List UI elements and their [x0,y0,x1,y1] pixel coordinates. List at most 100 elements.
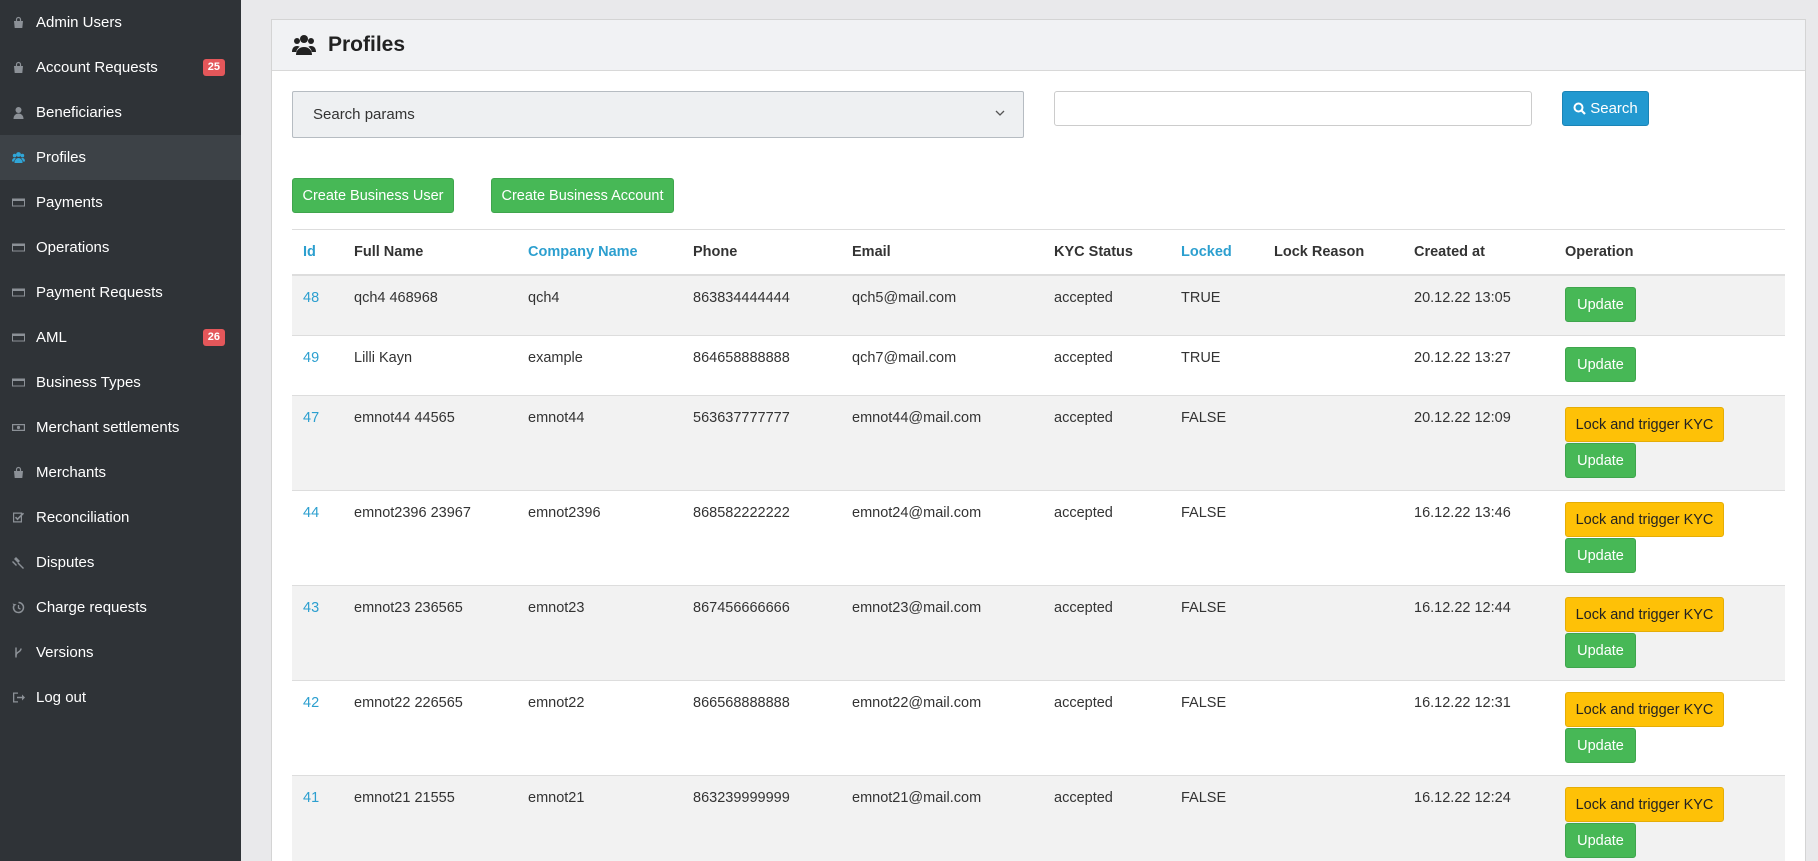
cell-email: emnot23@mail.com [852,600,982,616]
cell-kyc-status: accepted [1054,290,1113,306]
bag-icon [9,464,27,482]
users-icon [9,149,27,167]
cell-company-name: emnot44 [528,410,585,426]
sidebar-item-log-out[interactable]: Log out [0,675,241,720]
update-button[interactable]: Update [1565,443,1636,478]
sidebar-item-charge-requests[interactable]: Charge requests [0,585,241,630]
cell-company-name: emnot23 [528,600,585,616]
header-company-name[interactable]: Company Name [528,244,638,260]
history-icon [9,599,27,617]
cell-id[interactable]: 48 [303,290,319,306]
sidebar-item-aml[interactable]: AML 26 [0,315,241,360]
sidebar-item-business-types[interactable]: Business Types [0,360,241,405]
header-locked[interactable]: Locked [1181,244,1232,260]
search-input[interactable] [1054,91,1532,126]
check-square-icon [9,509,27,527]
cell-phone: 866568888888 [693,695,790,711]
cell-operation: Lock and trigger KYC Update [1565,787,1724,858]
update-button[interactable]: Update [1565,287,1636,322]
branch-icon [9,644,27,662]
table-row: 47 emnot44 44565 emnot44 563637777777 emnot4… [292,396,1785,491]
cell-phone: 563637777777 [693,410,790,426]
cell-phone: 863834444444 [693,290,790,306]
table-row: 49 Lilli Kayn example 864658888888 qch7@mail… [292,336,1785,396]
sidebar-item-payment-requests[interactable]: Payment Requests [0,270,241,315]
search-button[interactable]: Search [1562,91,1649,126]
header-phone: Phone [693,244,738,260]
cell-operation: Lock and trigger KYC Update [1565,502,1724,573]
cell-kyc-status: accepted [1054,410,1113,426]
cell-full-name: emnot44 44565 [354,410,455,426]
lock-and-trigger-kyc-button[interactable]: Lock and trigger KYC [1565,787,1724,822]
sidebar-item-label: Account Requests [36,59,158,76]
update-button[interactable]: Update [1565,728,1636,763]
cell-email: emnot21@mail.com [852,790,982,806]
sign-out-icon [9,689,27,707]
sidebar: Admin Users Account Requests 25 Beneficiari… [0,0,241,861]
sidebar-item-label: Admin Users [36,14,122,31]
cell-id[interactable]: 43 [303,600,319,616]
sidebar-item-label: Beneficiaries [36,104,122,121]
search-button-label: Search [1590,100,1638,117]
cell-id[interactable]: 47 [303,410,319,426]
credit-card-icon [9,239,27,257]
cell-id[interactable]: 41 [303,790,319,806]
cell-locked: FALSE [1181,695,1227,711]
header-id[interactable]: Id [303,244,316,260]
table-header: Id Full Name Company Name Phone Email KY… [292,229,1785,276]
cell-full-name: emnot22 226565 [354,695,463,711]
update-button[interactable]: Update [1565,538,1636,573]
cell-created-at: 20.12.22 13:27 [1414,350,1511,366]
cell-kyc-status: accepted [1054,350,1113,366]
lock-and-trigger-kyc-button[interactable]: Lock and trigger KYC [1565,597,1724,632]
lock-and-trigger-kyc-button[interactable]: Lock and trigger KYC [1565,502,1724,537]
sidebar-item-label: Payments [36,194,103,211]
gavel-icon [9,554,27,572]
cell-created-at: 16.12.22 12:31 [1414,695,1511,711]
update-button[interactable]: Update [1565,633,1636,668]
sidebar-item-label: Charge requests [36,599,147,616]
sidebar-item-versions[interactable]: Versions [0,630,241,675]
cell-id[interactable]: 44 [303,505,319,521]
cell-company-name: example [528,350,583,366]
cell-company-name: qch4 [528,290,560,306]
sidebar-item-merchant-settlements[interactable]: Merchant settlements [0,405,241,450]
sidebar-item-merchants[interactable]: Merchants [0,450,241,495]
update-button[interactable]: Update [1565,823,1636,858]
page-title: Profiles [328,33,406,56]
credit-card-icon [9,194,27,212]
cell-locked: FALSE [1181,600,1227,616]
search-params-select[interactable]: Search params [292,91,1024,138]
sidebar-item-reconciliation[interactable]: Reconciliation [0,495,241,540]
sidebar-item-beneficiaries[interactable]: Beneficiaries [0,90,241,135]
cell-id[interactable]: 49 [303,350,319,366]
count-badge: 26 [202,329,225,346]
cell-id[interactable]: 42 [303,695,319,711]
lock-and-trigger-kyc-button[interactable]: Lock and trigger KYC [1565,692,1724,727]
header-operation: Operation [1565,244,1634,260]
cell-operation: Update [1565,287,1636,322]
create-business-user-button[interactable]: Create Business User [292,178,454,213]
cell-locked: TRUE [1181,290,1221,306]
table-row: 43 emnot23 236565 emnot23 867456666666 emnot… [292,586,1785,681]
cell-full-name: emnot23 236565 [354,600,463,616]
sidebar-item-profiles[interactable]: Profiles [0,135,241,180]
cell-operation: Lock and trigger KYC Update [1565,692,1724,763]
cell-email: qch7@mail.com [852,350,957,366]
cell-locked: FALSE [1181,410,1227,426]
sidebar-item-payments[interactable]: Payments [0,180,241,225]
table-row: 48 qch4 468968 qch4 863834444444 qch5@mail.c… [292,276,1785,336]
sidebar-item-admin-users[interactable]: Admin Users [0,0,241,45]
sidebar-item-operations[interactable]: Operations [0,225,241,270]
sidebar-item-disputes[interactable]: Disputes [0,540,241,585]
create-business-account-button[interactable]: Create Business Account [491,178,674,213]
sidebar-item-label: Versions [36,644,94,661]
profiles-table: Id Full Name Company Name Phone Email KY… [292,229,1785,861]
lock-and-trigger-kyc-button[interactable]: Lock and trigger KYC [1565,407,1724,442]
sidebar-item-label: Log out [36,689,87,706]
cell-operation: Update [1565,347,1636,382]
cell-full-name: qch4 468968 [354,290,438,306]
sidebar-item-account-requests[interactable]: Account Requests 25 [0,45,241,90]
update-button[interactable]: Update [1565,347,1636,382]
credit-card-icon [9,374,27,392]
